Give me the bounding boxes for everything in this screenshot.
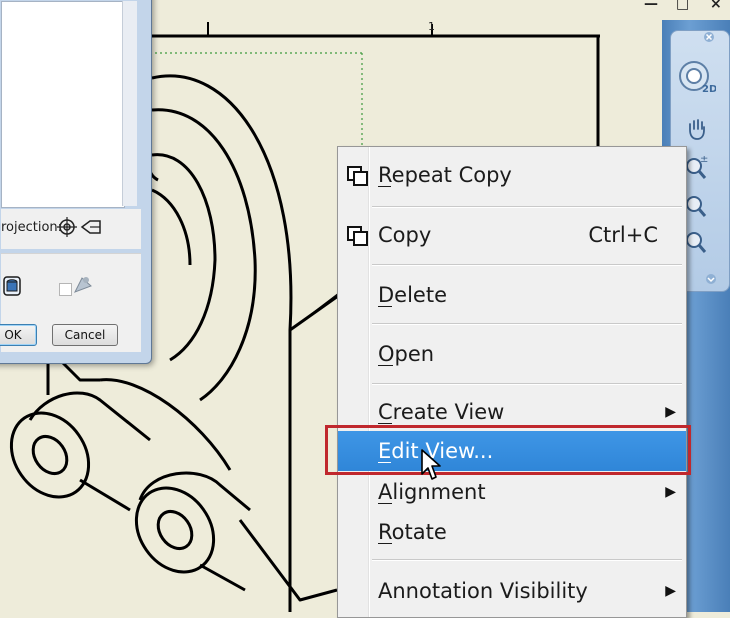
dialog-scrollbar[interactable] (122, 1, 137, 206)
menu-separator (372, 559, 682, 561)
window-controls: — □ × (640, 0, 730, 12)
mnemonic-underline (378, 423, 392, 424)
pan-icon[interactable] (684, 116, 710, 142)
copy-icon (347, 226, 368, 246)
context-menu: Repeat Copy Copy Ctrl+C Delete Open Crea… (337, 146, 687, 618)
menu-item-label: Annotation Visibility (378, 579, 588, 603)
svg-text:±: ± (700, 154, 708, 165)
mnemonic-underline (378, 186, 391, 187)
option-checkbox[interactable] (59, 283, 72, 296)
menu-separator (372, 383, 682, 385)
copy-icon (347, 166, 368, 186)
navbar-close-icon[interactable] (702, 30, 716, 44)
mnemonic-underline (378, 543, 392, 544)
zoom-window-icon[interactable] (684, 192, 710, 222)
close-icon[interactable]: × (710, 0, 722, 12)
menu-item-label: Delete (378, 283, 447, 307)
menu-separator (372, 264, 682, 266)
zoom-icon[interactable]: ± (684, 152, 710, 182)
cancel-button[interactable]: Cancel (52, 324, 118, 346)
menu-separator (372, 323, 682, 325)
mnemonic-underline (378, 503, 392, 504)
restore-icon[interactable]: □ (676, 0, 689, 12)
third-angle-projection-icon[interactable] (56, 214, 106, 240)
menu-item-label: Open (378, 342, 435, 366)
steering-wheel-icon[interactable]: 2D (676, 58, 716, 98)
navbar-options-icon[interactable] (704, 272, 718, 286)
submenu-arrow-icon: ▶ (665, 583, 676, 599)
mnemonic-underline (378, 306, 392, 307)
menu-item-repeat-copy[interactable]: Repeat Copy (338, 155, 686, 195)
mouse-cursor-icon (421, 449, 441, 480)
callout-highlight-box (325, 425, 691, 475)
mnemonic-underline (378, 365, 393, 366)
svg-text:2D: 2D (702, 84, 716, 95)
menu-item-open[interactable]: Open (338, 334, 686, 374)
menu-item-alignment[interactable]: Alignment ▶ (338, 472, 686, 512)
view-preview-panel (1, 1, 125, 208)
drawing-view-dialog: rojection: OK Cancel (0, 0, 152, 364)
part-edge (289, 291, 341, 331)
menu-item-annotation-visibility[interactable]: Annotation Visibility ▶ (338, 571, 686, 611)
raster-view-icon (73, 277, 92, 293)
projection-label: rojection: (1, 220, 63, 235)
zoom-extents-icon[interactable] (684, 228, 710, 258)
menu-item-copy[interactable]: Copy Ctrl+C (338, 215, 686, 255)
menu-item-shortcut: Ctrl+C (588, 223, 658, 247)
menu-item-label: Repeat Copy (378, 163, 512, 187)
menu-item-delete[interactable]: Delete (338, 275, 686, 315)
border-tick-label: 1 (428, 20, 435, 33)
minimize-icon[interactable]: — (644, 0, 658, 12)
style-database-icon[interactable] (3, 276, 21, 296)
ok-button[interactable]: OK (0, 324, 37, 346)
menu-item-rotate[interactable]: Rotate (338, 512, 686, 552)
menu-separator (372, 206, 682, 208)
submenu-arrow-icon: ▶ (665, 484, 676, 500)
menu-item-label: Copy (378, 223, 432, 247)
menu-item-label: Rotate (378, 520, 447, 544)
